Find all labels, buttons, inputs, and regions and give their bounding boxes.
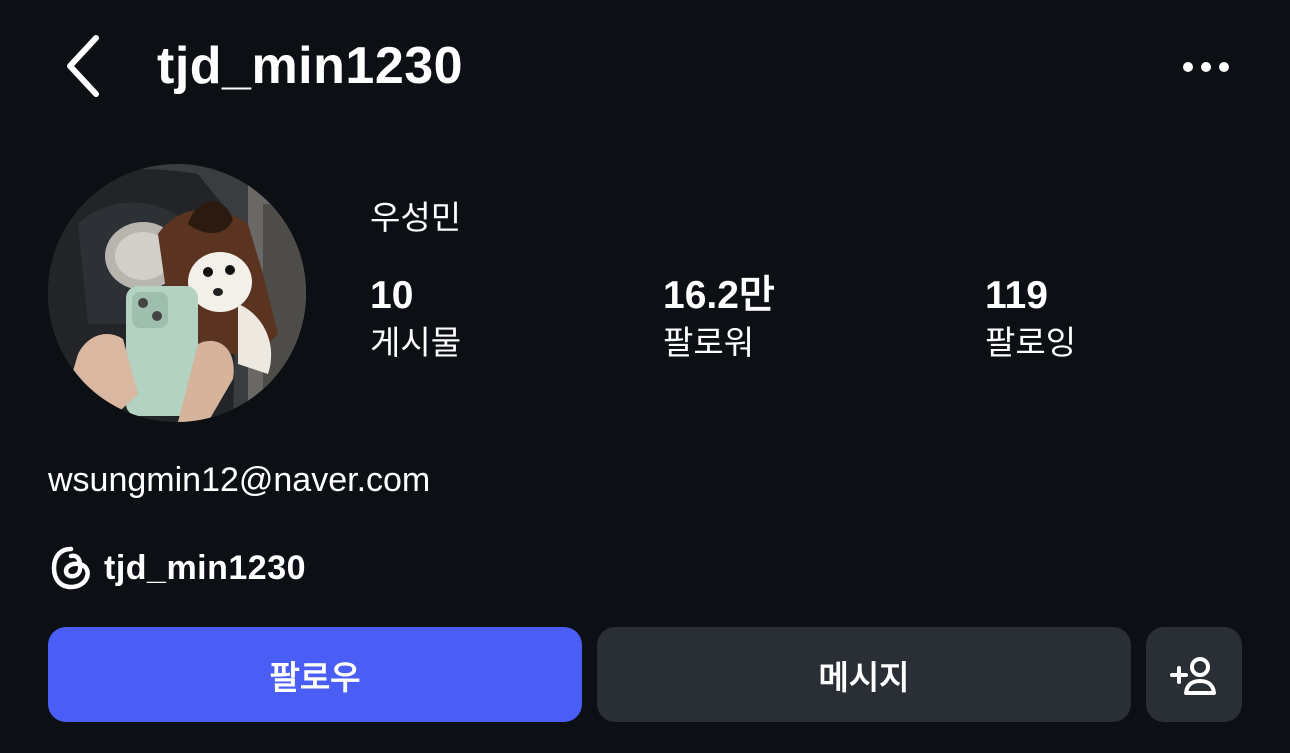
- stat-following[interactable]: 119 팔로잉: [985, 272, 1076, 364]
- more-horizontal-icon: [1183, 62, 1229, 72]
- message-button[interactable]: 메시지: [597, 627, 1131, 722]
- chevron-left-icon: [67, 35, 99, 97]
- threads-link[interactable]: tjd_min1230: [48, 543, 306, 593]
- avatar-photo: [48, 164, 306, 422]
- bio-text: wsungmin12@naver.com: [48, 461, 431, 499]
- stat-posts-count: 10: [370, 274, 414, 317]
- stat-posts[interactable]: 10 게시물: [370, 272, 461, 364]
- avatar[interactable]: [48, 164, 306, 422]
- stat-following-count: 119: [985, 274, 1048, 317]
- display-name: 우성민: [370, 199, 462, 236]
- add-person-icon: [1170, 656, 1216, 695]
- stat-followers[interactable]: 16.2만 팔로워: [663, 272, 775, 364]
- follow-button-label: 팔로우: [269, 658, 361, 696]
- message-button-label: 메시지: [818, 658, 910, 696]
- page-title: tjd_min1230: [157, 37, 464, 95]
- stat-followers-count: 16.2만: [663, 274, 775, 317]
- suggested-accounts-button[interactable]: [1146, 627, 1242, 722]
- stat-followers-label: 팔로워: [663, 324, 755, 361]
- back-button[interactable]: [58, 30, 114, 102]
- threads-icon: [51, 546, 90, 590]
- follow-button[interactable]: 팔로우: [48, 627, 582, 722]
- stat-posts-label: 게시물: [370, 324, 462, 361]
- stat-following-label: 팔로잉: [985, 324, 1077, 361]
- more-options-button[interactable]: [1176, 50, 1236, 84]
- threads-handle: tjd_min1230: [104, 548, 307, 587]
